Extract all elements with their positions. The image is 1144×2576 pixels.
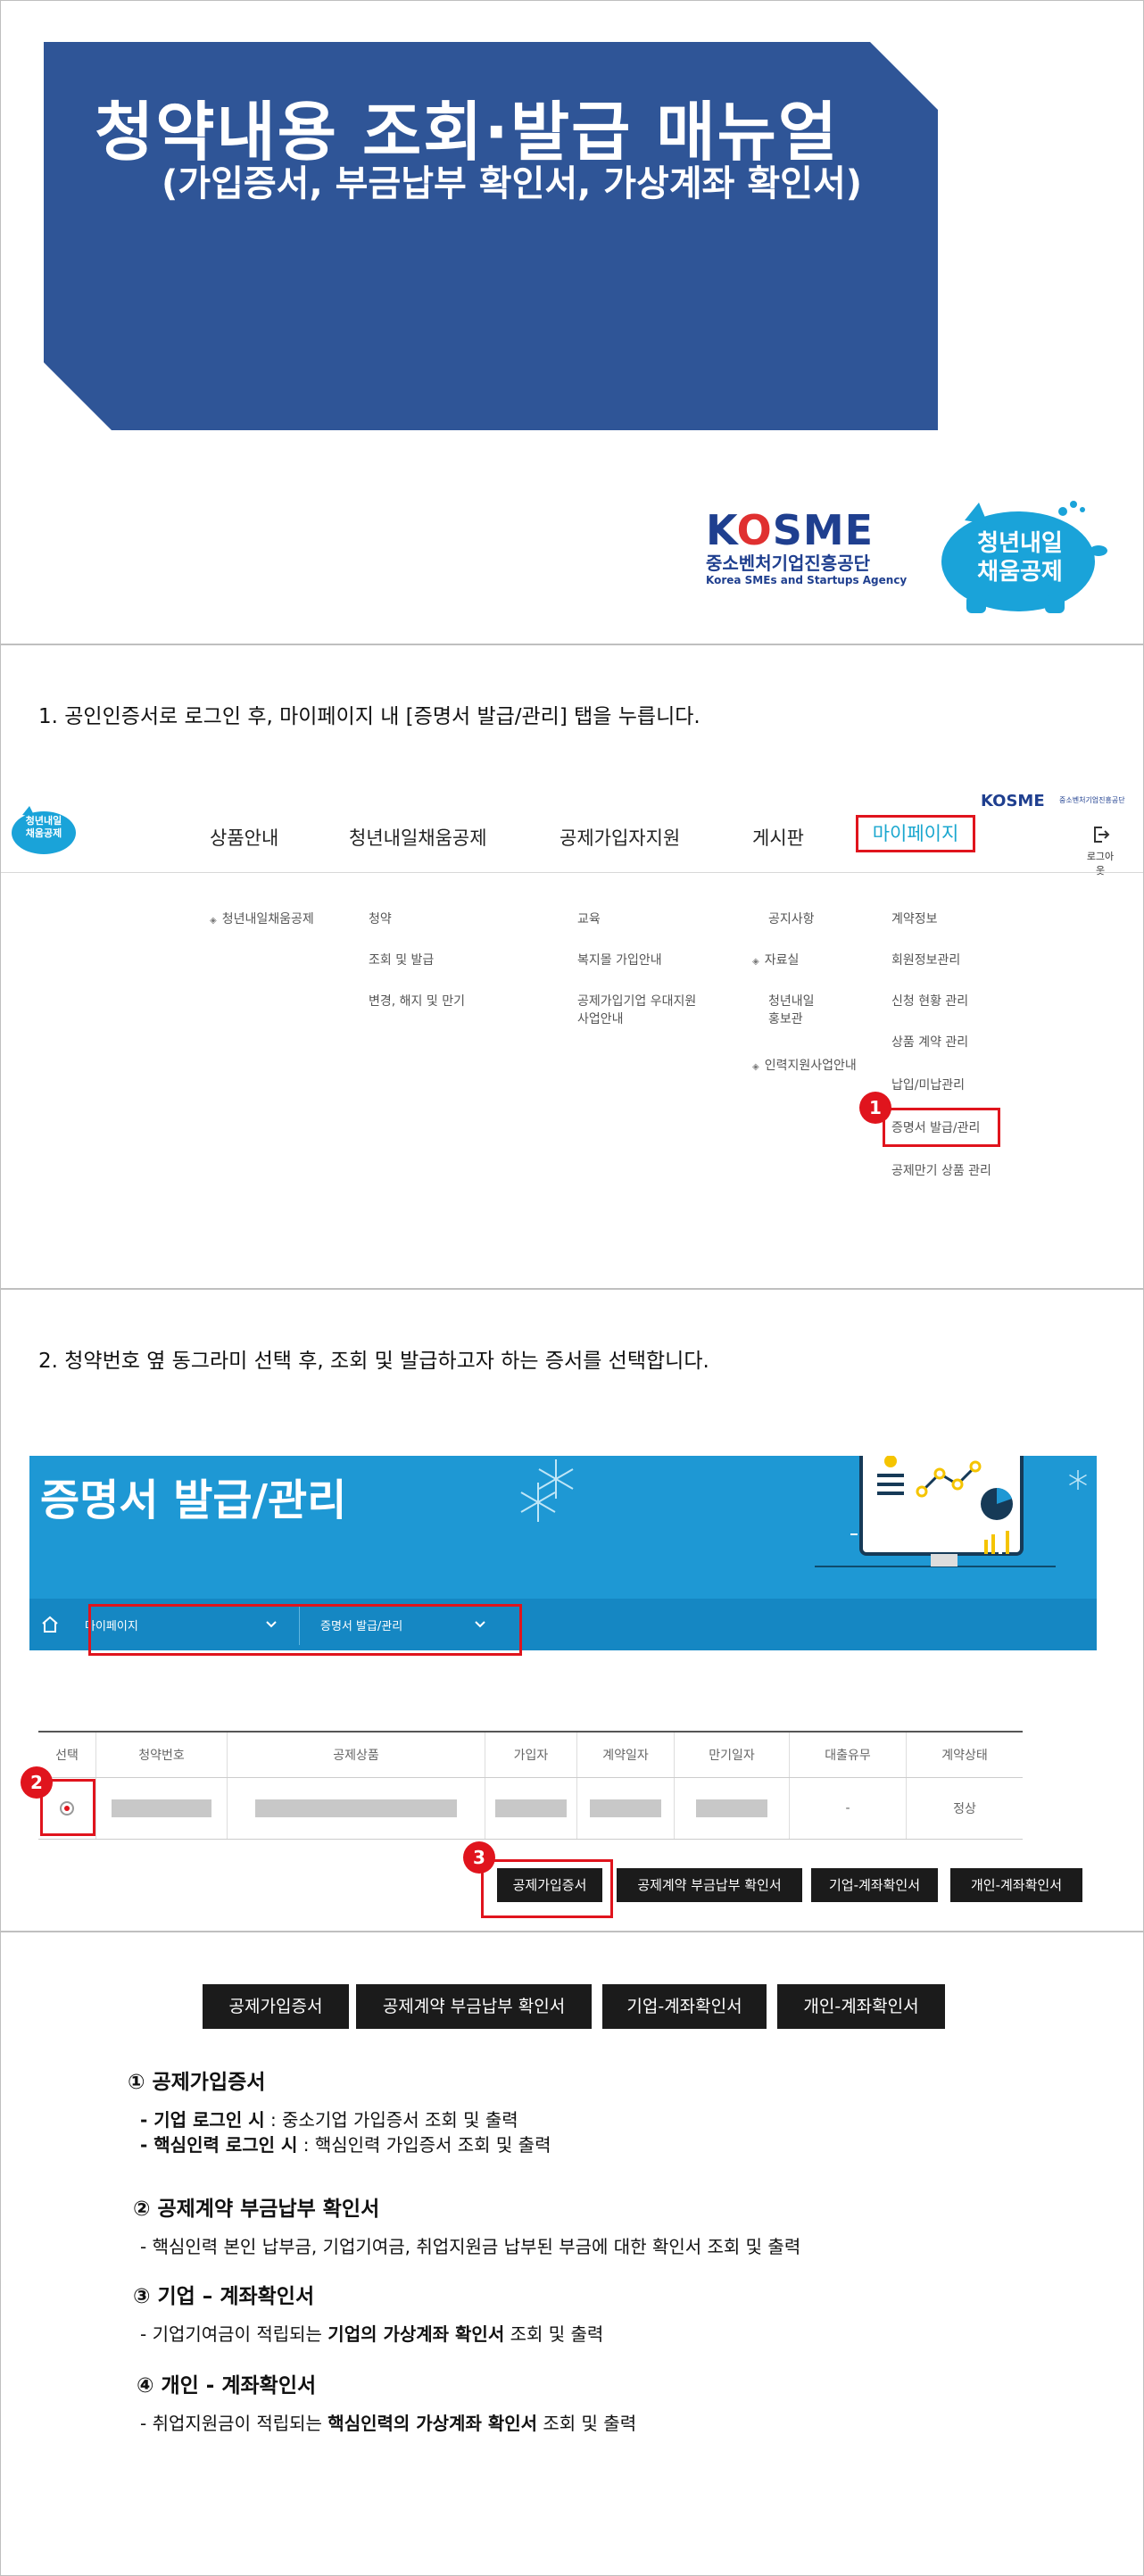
nav-kosme-subtitle: 중소벤처기업진흥공단 — [1059, 796, 1125, 804]
menu-resources[interactable]: 자료실 — [752, 952, 800, 970]
logout-icon — [1094, 827, 1110, 843]
section1-line1: - 기업 로그인 시 : 중소기업 가입증서 조회 및 출력 — [140, 2109, 518, 2131]
menu-inquiry-issue[interactable]: 조회 및 발급 — [369, 952, 434, 968]
page-subtitle: (가입증서, 부금납부 확인서, 가상계좌 확인서) — [162, 163, 863, 204]
step-marker-2: 2 — [21, 1766, 53, 1799]
page-banner: 증명서 발급/관리 — [29, 1456, 1097, 1599]
certificate-button[interactable]: 공제가입증서 — [203, 1984, 349, 2029]
col-subscriber: 가입자 — [485, 1731, 577, 1778]
menu-pr-hall-line1[interactable]: 청년내일 — [768, 993, 815, 1010]
status-cell: 정상 — [906, 1777, 1023, 1840]
menu-youth-savings[interactable]: 청년내일채움공제 — [210, 911, 314, 929]
menu-subscription[interactable]: 청약 — [369, 911, 392, 927]
menu-welfare-mall[interactable]: 복지몰 가입안내 — [577, 952, 662, 968]
menu-payment-management[interactable]: 납입/미납관리 — [891, 1077, 965, 1093]
kosme-logo: KOSME 중소벤처기업진흥공단 Korea SMEs and Startups… — [706, 506, 908, 586]
col-contract-no: 청약번호 — [95, 1731, 228, 1778]
step1-instruction: 1. 공인인증서로 로그인 후, 마이페이지 내 [증명서 발급/관리] 탭을 … — [38, 705, 700, 728]
menu-notice[interactable]: 공지사항 — [768, 911, 815, 927]
banner-title: 증명서 발급/관리 — [40, 1475, 347, 1525]
step-marker-3: 3 — [463, 1841, 495, 1874]
section3-line1: - 기업기여금이 적립되는 기업의 가상계좌 확인서 조회 및 출력 — [140, 2323, 604, 2345]
slide-step2: 2. 청약번호 옆 동그라미 선택 후, 조회 및 발급하고자 하는 증서를 선… — [0, 1289, 1144, 1932]
redacted-product — [255, 1799, 457, 1817]
personal-account-button[interactable]: 개인-계좌확인서 — [950, 1868, 1082, 1902]
personal-account-button[interactable]: 개인-계좌확인서 — [777, 1984, 945, 2029]
contract-table: 선택 청약번호 공제상품 가입자 계약일자 만기일자 대출유무 계약상태 - 정… — [38, 1731, 1023, 1840]
nav-divider — [1, 872, 1143, 873]
slide-explanation: 공제가입증서 공제계약 부금납부 확인서 기업-계좌확인서 개인-계좌확인서 ①… — [0, 1932, 1144, 2576]
nav-youth-savings[interactable]: 청년내일채움공제 — [349, 824, 487, 851]
menu-pr-hall-line2[interactable]: 홍보관 — [768, 1011, 803, 1027]
section4-line1: - 취업지원금이 적립되는 핵심인력의 가상계좌 확인서 조회 및 출력 — [140, 2413, 637, 2434]
menu-preferential-support[interactable]: 공제가입기업 우대지원 — [577, 993, 696, 1010]
table-row: - 정상 — [38, 1777, 1023, 1840]
col-status: 계약상태 — [906, 1731, 1023, 1778]
section4-title: ④ 개인 - 계좌확인서 — [137, 2374, 317, 2397]
slide-cover: 청약내용 조회·발급 매뉴얼 (가입증서, 부금납부 확인서, 가상계좌 확인서… — [0, 0, 1144, 644]
nav-products[interactable]: 상품안내 — [210, 824, 278, 851]
step-marker-1: 1 — [859, 1092, 891, 1124]
site-logo-text: 청년내일 채움공제 — [25, 815, 62, 839]
section1-title: ① 공제가입증서 — [128, 2071, 266, 2094]
menu-product-contract[interactable]: 상품 계약 관리 — [891, 1035, 968, 1051]
nav-mypage[interactable]: 마이페이지 — [856, 815, 975, 852]
company-account-button[interactable]: 기업-계좌확인서 — [602, 1984, 767, 2029]
home-icon[interactable] — [40, 1615, 60, 1634]
highlight-certificate-menu — [883, 1108, 1000, 1147]
section3-title: ③ 기업 – 계좌확인서 — [133, 2285, 315, 2308]
redacted-maturity-date — [696, 1799, 767, 1817]
step2-instruction: 2. 청약번호 옆 동그라미 선택 후, 조회 및 발급하고자 하는 증서를 선… — [38, 1350, 709, 1373]
section1-line2: - 핵심인력 로그인 시 : 핵심인력 가입증서 조회 및 출력 — [140, 2134, 551, 2156]
menu-application-status[interactable]: 신청 현황 관리 — [891, 993, 968, 1010]
snowflake-icon — [1069, 1470, 1087, 1490]
company-account-button[interactable]: 기업-계좌확인서 — [811, 1868, 938, 1902]
menu-contract-info[interactable]: 계약정보 — [891, 911, 938, 927]
monitor-chart-illustration-icon — [815, 1456, 1056, 1567]
highlight-breadcrumb — [88, 1604, 522, 1656]
redacted-contract-no — [112, 1799, 211, 1817]
menu-education[interactable]: 교육 — [577, 911, 601, 927]
payment-confirmation-button[interactable]: 공제계약 부금납부 확인서 — [617, 1868, 802, 1902]
piggy-logo-text: 청년내일 채움공제 — [977, 530, 1063, 586]
snowflake-icon — [520, 1483, 556, 1522]
menu-staffing-support[interactable]: 인력지원사업안내 — [752, 1058, 857, 1076]
menu-maturity-product[interactable]: 공제만기 상품 관리 — [891, 1163, 991, 1179]
redacted-subscriber — [495, 1799, 567, 1817]
payment-confirmation-button[interactable]: 공제계약 부금납부 확인서 — [356, 1984, 592, 2029]
highlight-certificate-button — [481, 1859, 613, 1918]
menu-member-info[interactable]: 회원정보관리 — [891, 952, 960, 968]
col-maturity-date: 만기일자 — [674, 1731, 790, 1778]
nav-member-support[interactable]: 공제가입자지원 — [560, 824, 680, 851]
section2-line1: - 핵심인력 본인 납부금, 기업기여금, 취업지원금 납부된 부금에 대한 확… — [140, 2236, 801, 2257]
nav-board[interactable]: 게시판 — [752, 824, 804, 851]
logout-button[interactable]: 로그아웃 — [1082, 824, 1118, 877]
col-product: 공제상품 — [227, 1731, 485, 1778]
loan-cell: - — [789, 1777, 907, 1840]
col-contract-date: 계약일자 — [576, 1731, 675, 1778]
menu-business-guide[interactable]: 사업안내 — [577, 1011, 624, 1027]
menu-change-cancel[interactable]: 변경, 해지 및 만기 — [369, 993, 465, 1010]
slide-step1: 1. 공인인증서로 로그인 후, 마이페이지 내 [증명서 발급/관리] 탭을 … — [0, 644, 1144, 1289]
redacted-contract-date — [590, 1799, 661, 1817]
section2-title: ② 공제계약 부금납부 확인서 — [133, 2198, 380, 2221]
nav-kosme-logo: KOSME — [981, 792, 1045, 810]
col-loan: 대출유무 — [789, 1731, 907, 1778]
